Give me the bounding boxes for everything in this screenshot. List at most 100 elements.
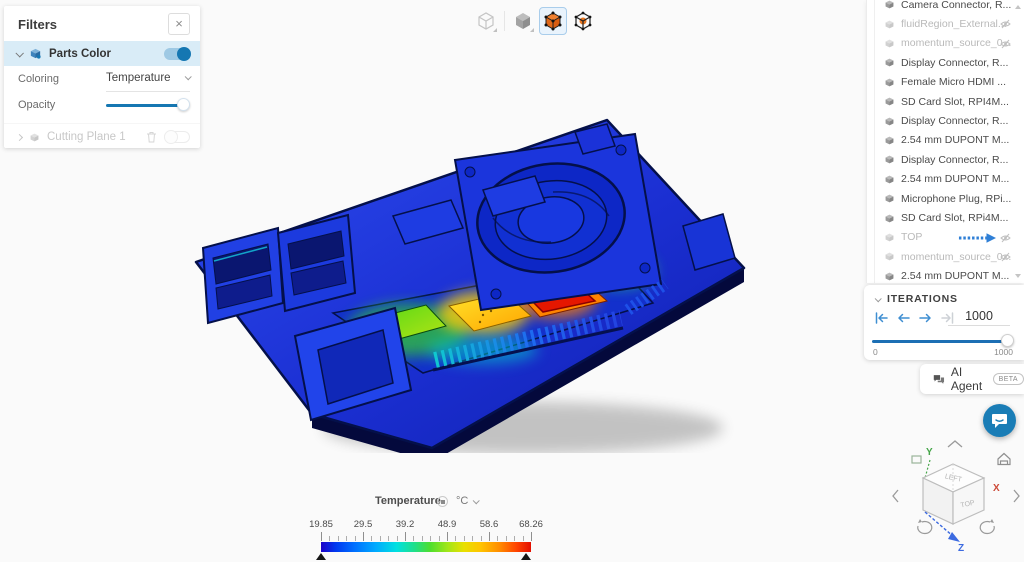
chevron-down-icon[interactable]	[874, 294, 882, 302]
parts-tree-row[interactable]: Microphone Plug, RPi...	[867, 189, 1024, 208]
coloring-select[interactable]: Temperature	[106, 66, 192, 92]
rotate-right-icon[interactable]	[1013, 489, 1020, 503]
parts-color-section[interactable]: Parts Color	[4, 41, 200, 66]
cube-icon	[885, 39, 894, 48]
part-label: momentum_source_0...	[901, 250, 1012, 263]
support-chat-button[interactable]	[983, 404, 1016, 437]
camera-box-icon	[911, 455, 922, 464]
model-viewport-raspberry-pi[interactable]	[183, 98, 768, 453]
parts-tree-row[interactable]: fluidRegion_External...	[867, 14, 1024, 33]
unit-select[interactable]: °C	[456, 495, 481, 507]
legend-title: Temperature	[375, 495, 441, 507]
skip-to-start-icon[interactable]	[874, 311, 889, 325]
home-icon[interactable]	[997, 452, 1011, 466]
iteration-max: 1000	[994, 347, 1013, 357]
trash-icon[interactable]	[146, 131, 157, 143]
part-label: Display Connector, R...	[901, 56, 1009, 69]
parts-color-toggle[interactable]	[164, 46, 191, 61]
cube-icon	[885, 252, 894, 261]
step-back-icon[interactable]	[896, 311, 911, 325]
step-forward-icon[interactable]	[918, 311, 933, 325]
cube-icon	[885, 117, 894, 126]
parts-tree-row[interactable]: TOP	[867, 228, 1024, 247]
legend-max-clamp[interactable]	[521, 553, 531, 560]
chevron-down-icon	[15, 48, 24, 58]
part-label: Camera Connector, R...	[901, 0, 1012, 11]
chat-messages-icon	[933, 374, 945, 384]
legend-tick-labels: 19.85 29.5 39.2 48.9 58.6 68.26	[309, 519, 543, 530]
rotate-up-icon[interactable]	[947, 440, 963, 448]
parts-tree-row[interactable]: 2.54 mm DUPONT M...	[867, 170, 1024, 189]
parts-tree-row[interactable]: SD Card Slot, RPI4M...	[867, 92, 1024, 111]
cube-icon	[885, 20, 894, 29]
iterations-title: ITERATIONS	[887, 293, 958, 305]
cutting-plane-label: Cutting Plane 1	[47, 131, 126, 143]
legend-gradient-bar[interactable]	[321, 542, 531, 552]
parts-tree-row[interactable]: momentum_source_0...	[867, 34, 1024, 53]
parts-tree-row[interactable]: Female Micro HDMI ...	[867, 73, 1024, 92]
view-cube-body[interactable]: LEFT TOP	[921, 463, 986, 525]
roll-cw-icon[interactable]	[979, 519, 995, 535]
parts-tree-panel: Camera Connector, R... fluidRegion_Exter…	[866, 0, 1024, 283]
eye-hidden-icon[interactable]	[1000, 19, 1011, 29]
eye-hidden-icon[interactable]	[1000, 233, 1011, 243]
part-label: momentum_source_0...	[901, 37, 1012, 50]
parts-tree-row[interactable]: SD Card Slot, RPi4M...	[867, 208, 1024, 227]
parts-tree-row[interactable]: Display Connector, R...	[867, 53, 1024, 72]
transparent-cube-view-icon[interactable]	[569, 7, 597, 35]
y-axis-label: Y	[926, 447, 933, 458]
part-label: Microphone Plug, RPi...	[901, 192, 1012, 205]
cutting-plane-row[interactable]: Cutting Plane 1	[4, 123, 200, 150]
parts-color-cube-icon[interactable]	[539, 7, 567, 35]
cube-icon	[885, 175, 894, 184]
wireframe-cube-view-icon[interactable]	[472, 7, 500, 35]
chevron-down-icon	[473, 496, 481, 504]
eye-hidden-icon[interactable]	[1000, 39, 1011, 49]
ai-agent-button[interactable]: AI Agent BETA	[920, 364, 1024, 394]
opacity-slider-knob[interactable]	[177, 98, 190, 111]
parts-tree-row[interactable]: Display Connector, R...	[867, 150, 1024, 169]
opacity-slider[interactable]	[106, 98, 190, 112]
eye-hidden-icon[interactable]	[1000, 252, 1011, 262]
part-label: 2.54 mm DUPONT M...	[901, 134, 1010, 147]
cube-icon	[885, 97, 894, 106]
iterations-panel: ITERATIONS 1000 0 1000	[864, 285, 1024, 360]
cube-icon	[30, 133, 39, 141]
solid-cube-view-icon[interactable]	[509, 7, 537, 35]
cube-icon	[885, 233, 894, 242]
cooling-fan	[453, 132, 663, 312]
part-label: Display Connector, R...	[901, 153, 1009, 166]
cube-icon	[885, 0, 894, 9]
simulation-workbench: Filters × Parts Color Coloring Temperatu…	[0, 0, 1024, 562]
parts-color-label: Parts Color	[49, 47, 111, 60]
ai-agent-label: AI Agent	[950, 365, 983, 393]
part-label: Display Connector, R...	[901, 115, 1009, 128]
legend-min-clamp[interactable]	[316, 553, 326, 560]
cutting-plane-toggle[interactable]	[164, 130, 190, 144]
cube-icon	[885, 155, 894, 164]
close-icon[interactable]: ×	[168, 13, 190, 35]
part-label: 2.54 mm DUPONT M...	[901, 270, 1010, 283]
iteration-min: 0	[873, 347, 878, 357]
filters-panel: Filters × Parts Color Coloring Temperatu…	[4, 6, 200, 148]
scroll-up-icon[interactable]	[1015, 5, 1021, 9]
legend-settings-icon[interactable]	[437, 496, 448, 507]
iteration-value-input[interactable]: 1000	[948, 309, 1010, 326]
parts-tree-row[interactable]: 2.54 mm DUPONT M...	[867, 267, 1024, 283]
parts-tree-row[interactable]: Camera Connector, R...	[867, 0, 1024, 14]
scroll-down-icon[interactable]	[1015, 274, 1021, 278]
legend-ruler	[321, 532, 532, 541]
orientation-gizmo[interactable]: Y LEFT TOP X Z	[890, 438, 1022, 560]
parts-tree-row[interactable]: momentum_source_0...	[867, 247, 1024, 266]
parts-tree-row[interactable]: 2.54 mm DUPONT M...	[867, 131, 1024, 150]
chevron-right-icon	[15, 133, 24, 141]
cube-icon	[885, 78, 894, 87]
roll-ccw-icon[interactable]	[917, 519, 933, 535]
iteration-slider-knob[interactable]	[1001, 334, 1014, 347]
iteration-slider[interactable]	[872, 334, 1014, 348]
filters-title: Filters	[18, 16, 58, 32]
z-axis-label: Z	[958, 543, 964, 554]
rotate-left-icon[interactable]	[892, 489, 899, 503]
parts-tree-row[interactable]: Display Connector, R...	[867, 111, 1024, 130]
part-label: SD Card Slot, RPi4M...	[901, 212, 1009, 225]
